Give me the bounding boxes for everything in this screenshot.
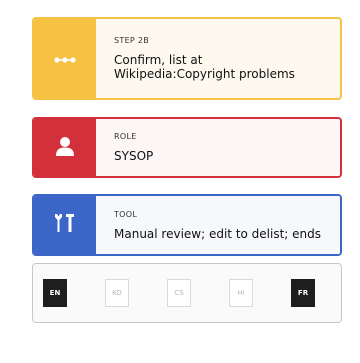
lang-button-fr[interactable]: FR bbox=[291, 279, 315, 307]
step-icon-panel bbox=[34, 19, 96, 98]
lang-button-ko[interactable]: KO bbox=[105, 279, 129, 307]
step-text-line1: Confirm, list at bbox=[114, 53, 203, 67]
role-icon-panel bbox=[34, 119, 96, 176]
step-label: STEP 2B bbox=[114, 36, 150, 45]
language-switcher: EN KO CS HI FR bbox=[32, 263, 342, 323]
tools-icon bbox=[53, 212, 77, 238]
tool-label: TOOL bbox=[114, 209, 138, 219]
lang-button-en[interactable]: EN bbox=[43, 279, 67, 307]
lang-button-hi[interactable]: HI bbox=[229, 279, 253, 307]
dots-icon bbox=[54, 49, 76, 68]
step-text-line2: Wikipedia:Copyright problems bbox=[114, 67, 295, 81]
tool-icon-panel bbox=[34, 196, 96, 254]
tool-card: TOOL Manual review; edit to delist; ends bbox=[32, 194, 342, 256]
lang-button-cs[interactable]: CS bbox=[167, 279, 191, 307]
user-icon bbox=[54, 135, 76, 161]
step-card: STEP 2B Confirm, list at Wikipedia:Copyr… bbox=[32, 17, 342, 100]
role-text: SYSOP bbox=[114, 149, 154, 163]
step-content: STEP 2B Confirm, list at Wikipedia:Copyr… bbox=[96, 19, 340, 98]
tool-content: TOOL Manual review; edit to delist; ends bbox=[96, 196, 340, 254]
role-card: ROLE SYSOP bbox=[32, 117, 342, 178]
role-content: ROLE SYSOP bbox=[96, 119, 340, 176]
role-label: ROLE bbox=[114, 132, 137, 141]
tool-text: Manual review; edit to delist; ends bbox=[114, 226, 322, 241]
